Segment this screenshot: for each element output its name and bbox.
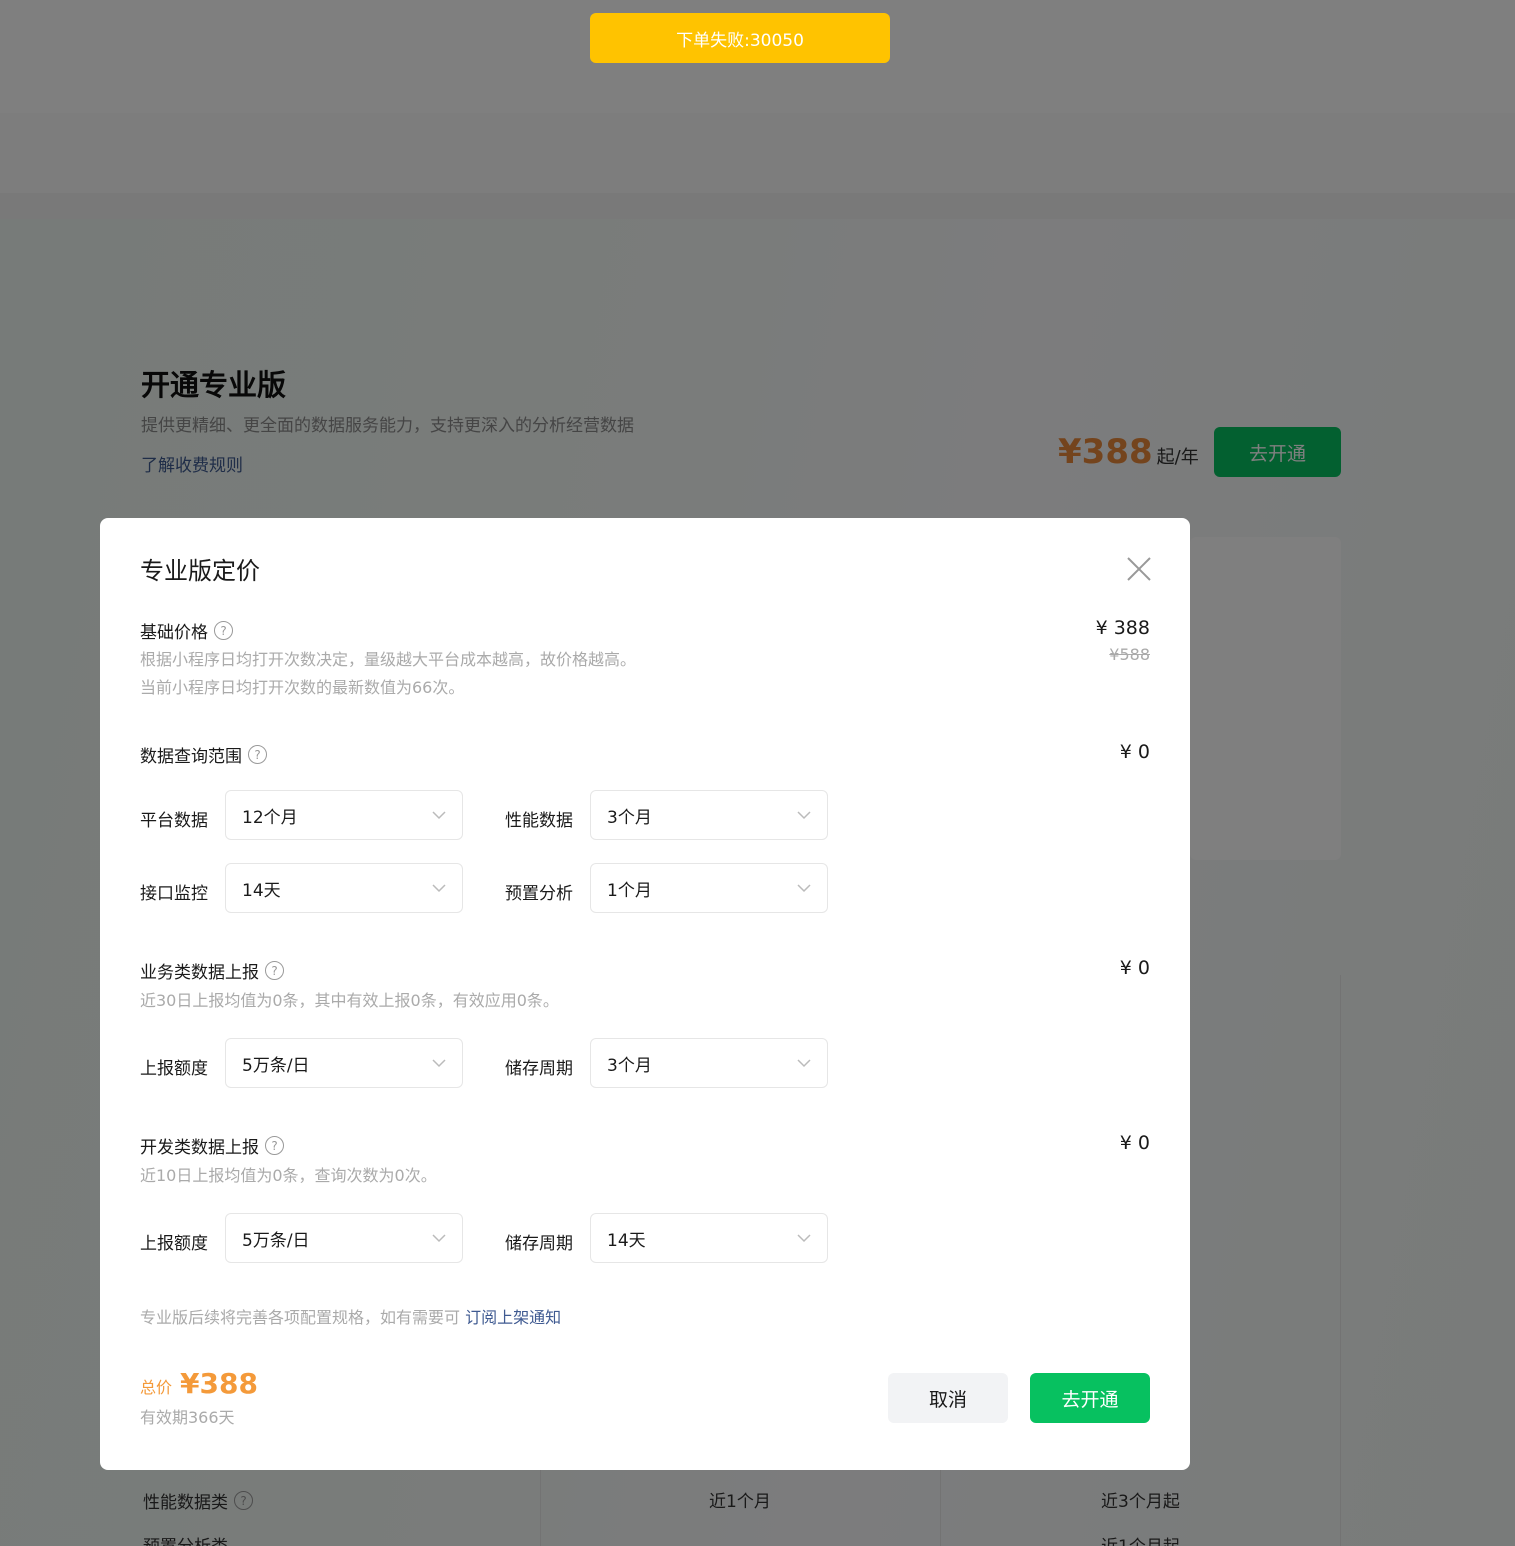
help-icon[interactable]: ? xyxy=(214,621,233,640)
business-report-desc: 近30日上报均值为0条，其中有效上报0条，有效应用0条。 xyxy=(140,991,559,1010)
query-range-label: 数据查询范围 ? xyxy=(140,742,267,767)
total-amount: ¥388 xyxy=(180,1367,258,1400)
total-label: 总价 xyxy=(140,1378,173,1397)
api-monitor-select[interactable]: 14天 xyxy=(225,863,463,913)
field-label: 平台数据 xyxy=(140,811,208,831)
base-price-desc: 当前小程序日均打开次数的最新数值为66次。 xyxy=(140,678,465,697)
field-label: 预置分析 xyxy=(505,884,573,904)
performance-data-select[interactable]: 3个月 xyxy=(590,790,828,840)
close-icon[interactable] xyxy=(1125,555,1153,583)
dev-report-desc: 近10日上报均值为0条，查询次数为0次。 xyxy=(140,1166,437,1185)
select-value: 14天 xyxy=(242,880,281,901)
field-label: 上报额度 xyxy=(140,1059,208,1079)
dev-report-price: ¥ 0 xyxy=(1119,1132,1150,1154)
business-report-label: 业务类数据上报 ? xyxy=(140,958,284,983)
base-price-desc: 根据小程序日均打开次数决定，量级越大平台成本越高，故价格越高。 xyxy=(140,650,637,669)
base-price: ¥ 388 xyxy=(1095,617,1150,639)
query-range-label-text: 数据查询范围 xyxy=(140,747,242,767)
field-label: 储存周期 xyxy=(505,1059,573,1079)
select-value: 3个月 xyxy=(607,1055,652,1076)
base-price-label-text: 基础价格 xyxy=(140,623,208,643)
chevron-down-icon xyxy=(432,1234,446,1243)
select-value: 14天 xyxy=(607,1230,646,1251)
select-value: 5万条/日 xyxy=(242,1055,310,1076)
dev-storage-select[interactable]: 14天 xyxy=(590,1213,828,1263)
subscribe-note: 专业版后续将完善各项配置规格，如有需要可 订阅上架通知 xyxy=(140,1304,561,1328)
chevron-down-icon xyxy=(432,884,446,893)
preset-analysis-select[interactable]: 1个月 xyxy=(590,863,828,913)
platform-data-select[interactable]: 12个月 xyxy=(225,790,463,840)
chevron-down-icon xyxy=(797,1059,811,1068)
select-value: 1个月 xyxy=(607,880,652,901)
field-label: 上报额度 xyxy=(140,1234,208,1254)
cancel-button[interactable]: 取消 xyxy=(888,1373,1008,1423)
help-icon[interactable]: ? xyxy=(248,745,267,764)
field-label: 接口监控 xyxy=(140,884,208,904)
business-report-label-text: 业务类数据上报 xyxy=(140,963,259,983)
select-value: 3个月 xyxy=(607,807,652,828)
query-range-price: ¥ 0 xyxy=(1119,741,1150,763)
help-icon[interactable]: ? xyxy=(265,961,284,980)
business-quota-select[interactable]: 5万条/日 xyxy=(225,1038,463,1088)
business-report-price: ¥ 0 xyxy=(1119,957,1150,979)
chevron-down-icon xyxy=(797,1234,811,1243)
open-button[interactable]: 去开通 xyxy=(1030,1373,1150,1423)
dev-report-label: 开发类数据上报 ? xyxy=(140,1133,284,1158)
base-price-label: 基础价格 ? xyxy=(140,618,233,643)
chevron-down-icon xyxy=(432,1059,446,1068)
error-toast: 下单失败:30050 xyxy=(590,13,890,63)
help-icon[interactable]: ? xyxy=(265,1136,284,1155)
validity-text: 有效期366天 xyxy=(140,1408,235,1427)
select-value: 5万条/日 xyxy=(242,1230,310,1251)
field-label: 性能数据 xyxy=(505,811,573,831)
business-storage-select[interactable]: 3个月 xyxy=(590,1038,828,1088)
field-label: 储存周期 xyxy=(505,1234,573,1254)
chevron-down-icon xyxy=(432,811,446,820)
chevron-down-icon xyxy=(797,811,811,820)
pricing-dialog: 专业版定价 基础价格 ? ¥ 388 ¥588 根据小程序日均打开次数决定，量级… xyxy=(100,518,1190,1470)
chevron-down-icon xyxy=(797,884,811,893)
dev-quota-select[interactable]: 5万条/日 xyxy=(225,1213,463,1263)
select-value: 12个月 xyxy=(242,807,298,828)
dev-report-label-text: 开发类数据上报 xyxy=(140,1138,259,1158)
note-text: 专业版后续将完善各项配置规格，如有需要可 xyxy=(140,1308,461,1327)
total-price: 总价 ¥388 xyxy=(140,1367,258,1400)
dialog-title: 专业版定价 xyxy=(140,557,260,585)
subscribe-link[interactable]: 订阅上架通知 xyxy=(465,1308,561,1327)
base-original-price: ¥588 xyxy=(1109,645,1150,664)
